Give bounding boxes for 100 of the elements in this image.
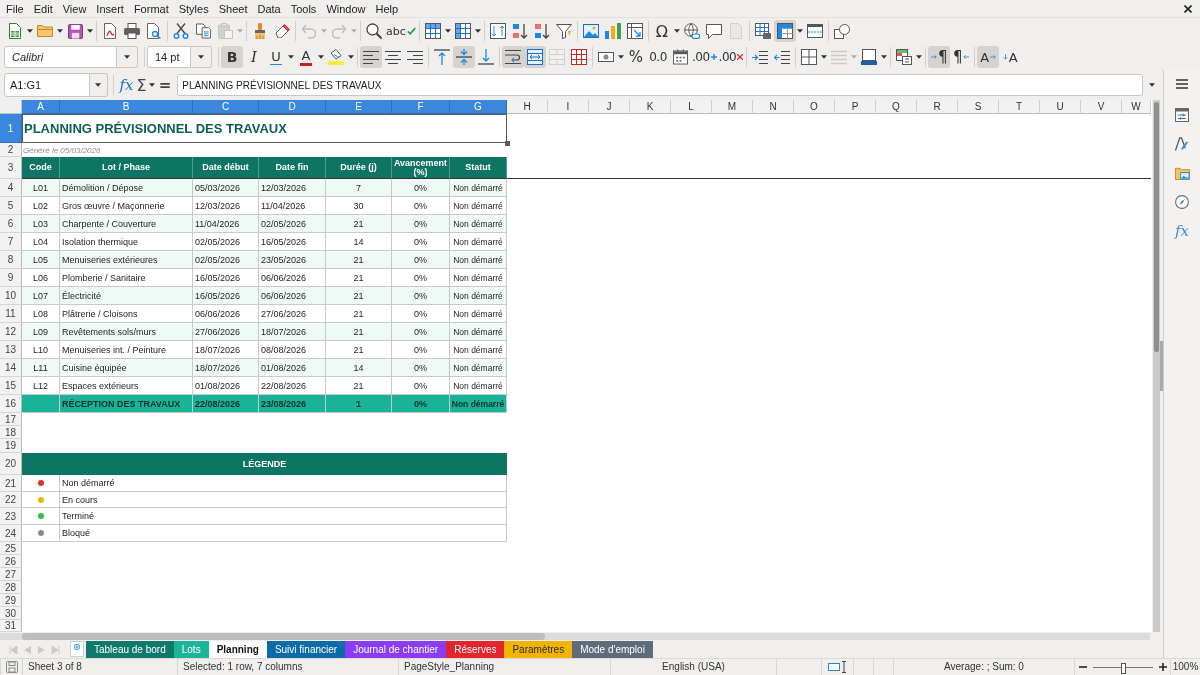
row-header[interactable]: 22: [0, 492, 22, 508]
find-replace-button[interactable]: [363, 20, 385, 42]
row-header[interactable]: 19: [0, 439, 22, 453]
row-header[interactable]: 25: [0, 542, 22, 555]
menu-item[interactable]: View: [57, 0, 92, 17]
bold-button[interactable]: B: [221, 46, 243, 68]
number-format-button[interactable]: 0.0: [647, 46, 669, 68]
row-header[interactable]: 1: [0, 114, 22, 143]
row-header[interactable]: 15: [0, 377, 22, 395]
row-header[interactable]: 30: [0, 607, 22, 620]
freeze-panes-button[interactable]: [773, 20, 796, 42]
dropdown-button[interactable]: [191, 46, 212, 68]
zoom-percent-text[interactable]: 100%: [1172, 661, 1199, 673]
menu-item[interactable]: Styles: [173, 0, 214, 17]
row-header[interactable]: 18: [0, 426, 22, 439]
column-header[interactable]: O: [794, 100, 835, 114]
unmerge-cells-button[interactable]: [568, 46, 590, 68]
column-header[interactable]: N: [753, 100, 794, 114]
align-left-button[interactable]: [360, 46, 382, 68]
row-header[interactable]: 23: [0, 508, 22, 525]
underline-button[interactable]: U: [265, 46, 287, 68]
column-header[interactable]: I: [548, 100, 589, 114]
row-header[interactable]: 17: [0, 413, 22, 426]
name-box[interactable]: A1:G1: [4, 73, 90, 97]
menu-item[interactable]: Format: [128, 0, 174, 17]
row-header[interactable]: 10: [0, 287, 22, 305]
menu-item[interactable]: Help: [370, 0, 404, 17]
sheet-tab[interactable]: Paramètres: [504, 641, 573, 658]
sidebar-splitter-handle[interactable]: [1160, 341, 1163, 391]
text-direction-button[interactable]: A: [977, 46, 1000, 68]
row-header[interactable]: 3: [0, 157, 22, 179]
formula-input[interactable]: PLANNING PRÉVISIONNEL DES TRAVAUX: [177, 74, 1143, 96]
column-header[interactable]: E: [326, 100, 392, 114]
row-header[interactable]: 6: [0, 215, 22, 233]
sheet-tab[interactable]: Mode d'emploi: [572, 641, 653, 658]
special-character-button[interactable]: Ω: [650, 20, 673, 42]
row-header[interactable]: 24: [0, 525, 22, 542]
column-header[interactable]: S: [958, 100, 999, 114]
column-header[interactable]: C: [193, 100, 259, 114]
menu-item[interactable]: Insert: [91, 0, 129, 17]
column-header[interactable]: G: [450, 100, 507, 114]
menu-item[interactable]: Edit: [28, 0, 58, 17]
row-header[interactable]: 12: [0, 323, 22, 341]
column-header[interactable]: Q: [876, 100, 917, 114]
font-name-field[interactable]: Calibri: [4, 46, 117, 68]
column-header[interactable]: J: [589, 100, 630, 114]
row-header[interactable]: 31: [0, 620, 22, 632]
dropdown-button[interactable]: [89, 73, 108, 97]
row-header[interactable]: 27: [0, 568, 22, 581]
row-header[interactable]: 20: [0, 453, 22, 475]
column-header[interactable]: A: [22, 100, 60, 114]
row-header[interactable]: 29: [0, 594, 22, 607]
dropdown-button[interactable]: [117, 46, 138, 68]
highlighting-button[interactable]: [325, 46, 347, 68]
vertical-text-button[interactable]: A: [999, 46, 1022, 68]
row-header[interactable]: 9: [0, 269, 22, 287]
menu-item[interactable]: Sheet: [213, 0, 253, 17]
column-header[interactable]: B: [60, 100, 193, 114]
center-vertically-button[interactable]: [453, 46, 475, 68]
language-text[interactable]: English (USA): [662, 661, 725, 673]
sheet-tab[interactable]: Journal de chantier: [345, 641, 447, 658]
fill-handle[interactable]: [505, 141, 510, 146]
delete-decimal-button[interactable]: .00: [717, 46, 745, 68]
italic-button[interactable]: I: [243, 46, 265, 68]
scrollbar-thumb[interactable]: [22, 633, 545, 640]
column-header[interactable]: R: [917, 100, 958, 114]
column-header[interactable]: F: [392, 100, 450, 114]
left-to-right-button[interactable]: ¶: [928, 46, 951, 68]
menu-item[interactable]: Data: [252, 0, 286, 17]
column-header[interactable]: H: [507, 100, 548, 114]
spelling-button[interactable]: abc: [385, 20, 417, 42]
row-header[interactable]: 7: [0, 233, 22, 251]
sum-button[interactable]: Σ: [135, 74, 148, 96]
sheet-tab[interactable]: Réserves: [446, 641, 505, 658]
row-header[interactable]: 13: [0, 341, 22, 359]
slider-thumb[interactable]: [1120, 662, 1126, 674]
font-color-button[interactable]: A: [295, 46, 317, 68]
sheet-tab[interactable]: Planning: [208, 641, 267, 658]
percent-format-button[interactable]: %: [625, 46, 647, 68]
scrollbar-thumb[interactable]: [1154, 102, 1159, 352]
menu-item[interactable]: File: [1, 0, 29, 17]
menu-item[interactable]: Window: [321, 0, 371, 17]
column-header[interactable]: P: [835, 100, 876, 114]
sheet-tab[interactable]: Suivi financier: [266, 641, 346, 658]
row-header[interactable]: 2: [0, 143, 22, 157]
sheet-tab[interactable]: Tableau de bord: [86, 641, 174, 658]
formula-button[interactable]: =: [155, 74, 175, 96]
column-header[interactable]: W: [1122, 100, 1151, 114]
row-header[interactable]: 16: [0, 395, 22, 413]
row-header[interactable]: 8: [0, 251, 22, 269]
column-header[interactable]: D: [259, 100, 326, 114]
row-header[interactable]: 14: [0, 359, 22, 377]
align-top-button[interactable]: [431, 46, 453, 68]
row-header[interactable]: 11: [0, 305, 22, 323]
column-header[interactable]: T: [999, 100, 1040, 114]
row-header[interactable]: 28: [0, 581, 22, 594]
row-header[interactable]: 26: [0, 555, 22, 568]
menu-item[interactable]: Tools: [285, 0, 322, 17]
wrap-text-button[interactable]: [502, 46, 524, 68]
row-header[interactable]: 4: [0, 179, 22, 197]
